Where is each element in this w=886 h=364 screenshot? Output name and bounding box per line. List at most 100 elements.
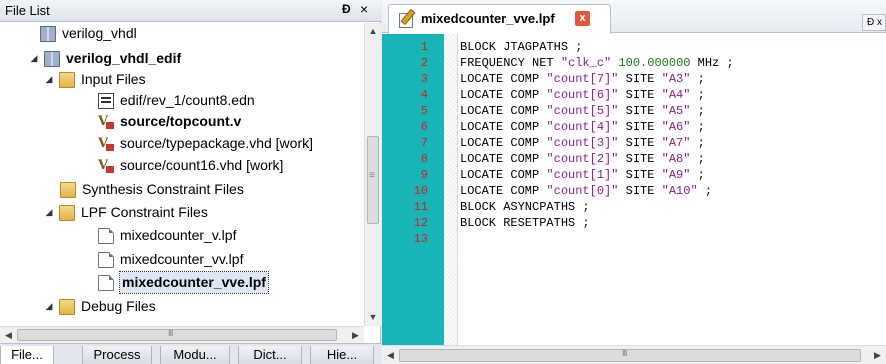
code-token: BLOCK ASYNCPATHS ; xyxy=(460,200,590,214)
file-icon xyxy=(98,251,114,268)
tab-hierarchy[interactable]: Hie... xyxy=(310,346,374,364)
close-tab-icon[interactable]: x xyxy=(575,11,590,26)
editor-panel: mixedcounter_vve.lpf x Ɖ x 1 2 3 4 5 6 7 8 9 10 11… xyxy=(382,0,886,364)
code-token: "count[7]" xyxy=(546,72,619,86)
scroll-down-button[interactable]: ▼ xyxy=(365,309,381,326)
code-token: "A7" xyxy=(661,136,691,150)
code-token: LOCATE COMP xyxy=(460,168,547,182)
code-token: "A8" xyxy=(661,152,691,166)
tree-item-label: mixedcounter_v.lpf xyxy=(120,227,237,243)
tree-item[interactable]: Synthesis Constraint Files xyxy=(60,179,244,200)
code-token: MHz ; xyxy=(690,56,734,70)
code-line[interactable]: BLOCK ASYNCPATHS ; xyxy=(460,199,590,215)
tree-item-label: verilog_vhdl_edif xyxy=(66,50,182,66)
scroll-thumb[interactable] xyxy=(367,136,379,224)
horizontal-scrollbar[interactable]: ◀ ▶ xyxy=(0,326,364,343)
edit-file-icon xyxy=(399,10,413,28)
code-token: SITE xyxy=(618,136,662,150)
restore-icon[interactable]: Ɖ x xyxy=(862,14,886,31)
tree-item-label: source/topcount.v xyxy=(120,113,242,129)
tab-mixedcounter-vve-lpf[interactable]: mixedcounter_vve.lpf x xyxy=(388,4,611,34)
tree-item[interactable]: ◢ Debug Files xyxy=(44,296,156,317)
tree-item[interactable]: source/topcount.v xyxy=(98,111,241,132)
verilog-file-icon xyxy=(98,111,114,132)
tab-process[interactable]: Process xyxy=(82,346,152,364)
line-number: 6 xyxy=(420,120,428,134)
tab-file-list[interactable]: File... xyxy=(0,346,54,364)
tree-item[interactable]: verilog_vhdl xyxy=(40,23,137,44)
code-line[interactable]: LOCATE COMP "count[7]" SITE "A3" ; xyxy=(460,71,705,87)
tree-item[interactable]: mixedcounter_vv.lpf xyxy=(98,249,243,270)
scroll-right-button[interactable]: ▶ xyxy=(347,327,364,343)
expand-arrow-icon[interactable]: ◢ xyxy=(44,69,54,90)
close-icon[interactable]: × xyxy=(360,1,368,17)
line-number: 11 xyxy=(413,200,428,214)
scroll-up-button[interactable]: ▲ xyxy=(365,23,381,40)
code-token: ; xyxy=(690,120,705,134)
line-number: 4 xyxy=(420,88,428,102)
tree-item[interactable]: ◢ verilog_vhdl_edif xyxy=(29,48,181,69)
expand-arrow-icon[interactable]: ◢ xyxy=(44,202,54,223)
tree-item[interactable]: ◢ Input Files xyxy=(44,69,146,90)
code-token: BLOCK JTAGPATHS ; xyxy=(460,40,583,54)
tree-item[interactable]: source/count16.vhd [work] xyxy=(98,155,283,176)
folder-icon xyxy=(59,298,75,315)
tree-item[interactable]: mixedcounter_v.lpf xyxy=(98,225,236,246)
code-line[interactable]: LOCATE COMP "count[5]" SITE "A5" ; xyxy=(460,103,705,119)
code-line[interactable]: FREQUENCY NET "clk_c" 100.000000 MHz ; xyxy=(460,55,734,71)
line-number: 8 xyxy=(420,152,428,166)
tab-dictionary[interactable]: Dict... xyxy=(238,346,302,364)
file-list-titlebar: File List Ɖ × xyxy=(0,0,381,22)
code-token: "count[5]" xyxy=(546,104,619,118)
code-token: BLOCK RESETPATHS ; xyxy=(460,216,590,230)
code-line[interactable]: LOCATE COMP "count[0]" SITE "A10" ; xyxy=(460,183,712,199)
scroll-right-button[interactable]: ▶ xyxy=(869,347,886,364)
file-list-panel: File List Ɖ × verilog_vhdl ◢ verilog_vhdl_… xyxy=(0,0,381,364)
code-line[interactable]: LOCATE COMP "count[1]" SITE "A9" ; xyxy=(460,167,705,183)
code-line[interactable]: LOCATE COMP "count[2]" SITE "A8" ; xyxy=(460,151,705,167)
scroll-thumb[interactable] xyxy=(17,328,337,341)
tree-item-label: verilog_vhdl xyxy=(62,25,137,41)
code-token: SITE xyxy=(618,88,662,102)
line-number: 9 xyxy=(420,168,428,182)
code-token: FREQUENCY NET xyxy=(460,56,561,70)
code-token: ; xyxy=(690,72,705,86)
tree-item-label: source/count16.vhd [work] xyxy=(120,157,284,173)
scroll-thumb[interactable] xyxy=(399,348,861,362)
scroll-left-button[interactable]: ◀ xyxy=(0,327,17,343)
code-token: "A9" xyxy=(661,168,691,182)
vertical-scrollbar[interactable]: ▲ ▼ xyxy=(364,23,381,326)
code-line[interactable]: BLOCK JTAGPATHS ; xyxy=(460,39,582,55)
code-token: ; xyxy=(690,88,705,102)
line-number: 3 xyxy=(420,72,428,86)
code-line[interactable]: LOCATE COMP "count[6]" SITE "A4" ; xyxy=(460,87,705,103)
folder-icon xyxy=(60,181,76,198)
code-token: "count[4]" xyxy=(546,120,619,134)
vhdl-file-icon xyxy=(98,155,114,176)
code-token: ; xyxy=(697,184,713,198)
project-icon xyxy=(40,25,56,42)
fold-margin xyxy=(444,34,458,345)
project-icon xyxy=(44,50,60,67)
tree-item[interactable]: ◢ LPF Constraint Files xyxy=(44,202,208,223)
tree-item[interactable]: mixedcounter_vve.lpf xyxy=(98,271,269,294)
vhdl-file-icon xyxy=(98,133,114,154)
code-line[interactable]: LOCATE COMP "count[4]" SITE "A6" ; xyxy=(460,119,705,135)
tab-module[interactable]: Modu... xyxy=(160,346,230,364)
folder-icon xyxy=(59,204,75,221)
tab-label: mixedcounter_vve.lpf xyxy=(421,11,555,26)
tree-item[interactable]: source/typepackage.vhd [work] xyxy=(98,133,313,154)
tree-item-label: source/typepackage.vhd [work] xyxy=(120,135,313,151)
code-area[interactable]: BLOCK JTAGPATHS ; FREQUENCY NET "clk_c" 1… xyxy=(460,34,886,345)
pin-icon[interactable]: Ɖ xyxy=(342,2,351,16)
expand-arrow-icon[interactable]: ◢ xyxy=(44,296,54,317)
code-token: "clk_c" xyxy=(560,56,612,70)
code-line[interactable]: LOCATE COMP "count[3]" SITE "A7" ; xyxy=(460,135,705,151)
code-token: ; xyxy=(690,136,705,150)
code-line[interactable]: BLOCK RESETPATHS ; xyxy=(460,215,590,231)
expand-arrow-icon[interactable]: ◢ xyxy=(29,48,39,69)
scroll-left-button[interactable]: ◀ xyxy=(382,347,399,364)
tree-item[interactable]: edif/rev_1/count8.edn xyxy=(98,90,255,111)
editor-horizontal-scrollbar[interactable]: ◀ ▶ xyxy=(382,345,886,364)
code-token: "A5" xyxy=(661,104,691,118)
